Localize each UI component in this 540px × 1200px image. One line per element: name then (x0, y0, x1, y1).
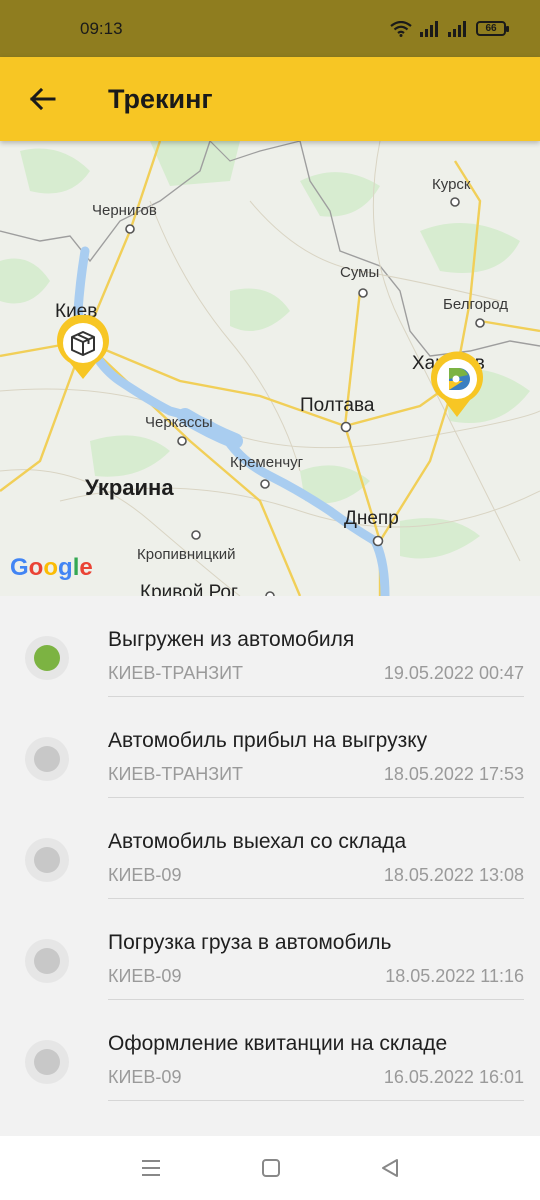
divider (108, 1100, 524, 1101)
tracking-place: КИЕВ-09 (108, 1067, 182, 1087)
status-indicator (25, 838, 69, 882)
tracking-title: Автомобиль выехал со склада (108, 830, 407, 853)
signal-icon (448, 20, 466, 37)
tracking-item[interactable]: Автомобиль прибыл на выгрузку КИЕВ-ТРАНЗ… (0, 697, 540, 798)
map-label-belgorod: Белгород (443, 296, 509, 313)
app-bar: Трекинг (0, 57, 540, 141)
map-label-sumy: Сумы (340, 264, 380, 281)
map-view[interactable]: Курск Чернигов Сумы Белгород Киев Харько… (0, 141, 540, 596)
tracking-item[interactable]: Погрузка груза в автомобиль КИЕВ-09 18.0… (0, 899, 540, 1000)
home-icon[interactable] (261, 1158, 281, 1178)
status-dot-active (34, 645, 60, 671)
tracking-title: Оформление квитанции на складе (108, 1032, 448, 1055)
tracking-list: Выгружен из автомобиля КИЕВ-ТРАНЗИТ 19.0… (0, 596, 540, 1136)
tracking-date: 19.05.2022 00:47 (383, 663, 524, 683)
map-label-kropivnitsky: Кропивницкий (137, 546, 236, 563)
tracking-title: Автомобиль прибыл на выгрузку (108, 729, 428, 752)
tracking-place: КИЕВ-ТРАНЗИТ (108, 764, 244, 784)
status-dot (34, 746, 60, 772)
signal-icon (420, 20, 438, 37)
courier-marker[interactable] (427, 351, 487, 419)
tracking-place: КИЕВ-09 (108, 865, 182, 885)
package-marker[interactable] (52, 315, 114, 381)
arrow-left-icon (29, 87, 56, 111)
tracking-place: КИЕВ-09 (108, 966, 182, 986)
map-label-ukraine: Украина (85, 475, 174, 500)
map-label-kursk: Курск (432, 176, 471, 193)
wifi-icon (390, 20, 412, 37)
map-label-cherkassy: Черкассы (145, 414, 213, 431)
battery-level: 66 (485, 23, 497, 34)
tracking-item[interactable]: Оформление квитанции на складе КИЕВ-09 1… (0, 1000, 540, 1101)
tracking-title: Погрузка груза в автомобиль (108, 931, 392, 954)
map-label-poltava: Полтава (300, 395, 375, 416)
back-button[interactable] (0, 57, 84, 141)
status-dot (34, 847, 60, 873)
tracking-item[interactable]: Автомобиль выехал со склада КИЕВ-09 18.0… (0, 798, 540, 899)
status-indicator (25, 636, 69, 680)
tracking-title: Выгружен из автомобиля (108, 628, 355, 651)
tracking-date: 16.05.2022 16:01 (383, 1067, 524, 1087)
status-dot (34, 948, 60, 974)
status-time: 09:13 (80, 18, 123, 38)
status-indicator (25, 1040, 69, 1084)
tracking-date: 18.05.2022 17:53 (383, 764, 524, 784)
battery-icon: 66 (476, 21, 509, 36)
status-indicator (25, 737, 69, 781)
status-bar: 09:13 66 (0, 0, 540, 57)
system-nav-bar (0, 1136, 540, 1200)
map-label-krivoy-rog: Кривой Рог (140, 582, 238, 596)
courier-logo-icon (449, 368, 470, 390)
back-triangle-icon[interactable] (380, 1158, 400, 1178)
map-label-kremenchug: Кременчуг (230, 454, 304, 471)
map-label-chernigov: Чернигов (92, 202, 157, 219)
map-label-dnepr: Днепр (344, 508, 399, 529)
tracking-place: КИЕВ-ТРАНЗИТ (108, 663, 244, 683)
google-logo: Google (10, 554, 93, 581)
tracking-item[interactable]: Выгружен из автомобиля КИЕВ-ТРАНЗИТ 19.0… (0, 596, 540, 697)
status-icons: 66 (390, 20, 509, 37)
tracking-date: 18.05.2022 11:16 (385, 966, 524, 986)
page-title: Трекинг (108, 83, 213, 114)
status-dot (34, 1049, 60, 1075)
menu-icon[interactable] (140, 1159, 162, 1177)
status-indicator (25, 939, 69, 983)
tracking-date: 18.05.2022 13:08 (383, 865, 524, 885)
